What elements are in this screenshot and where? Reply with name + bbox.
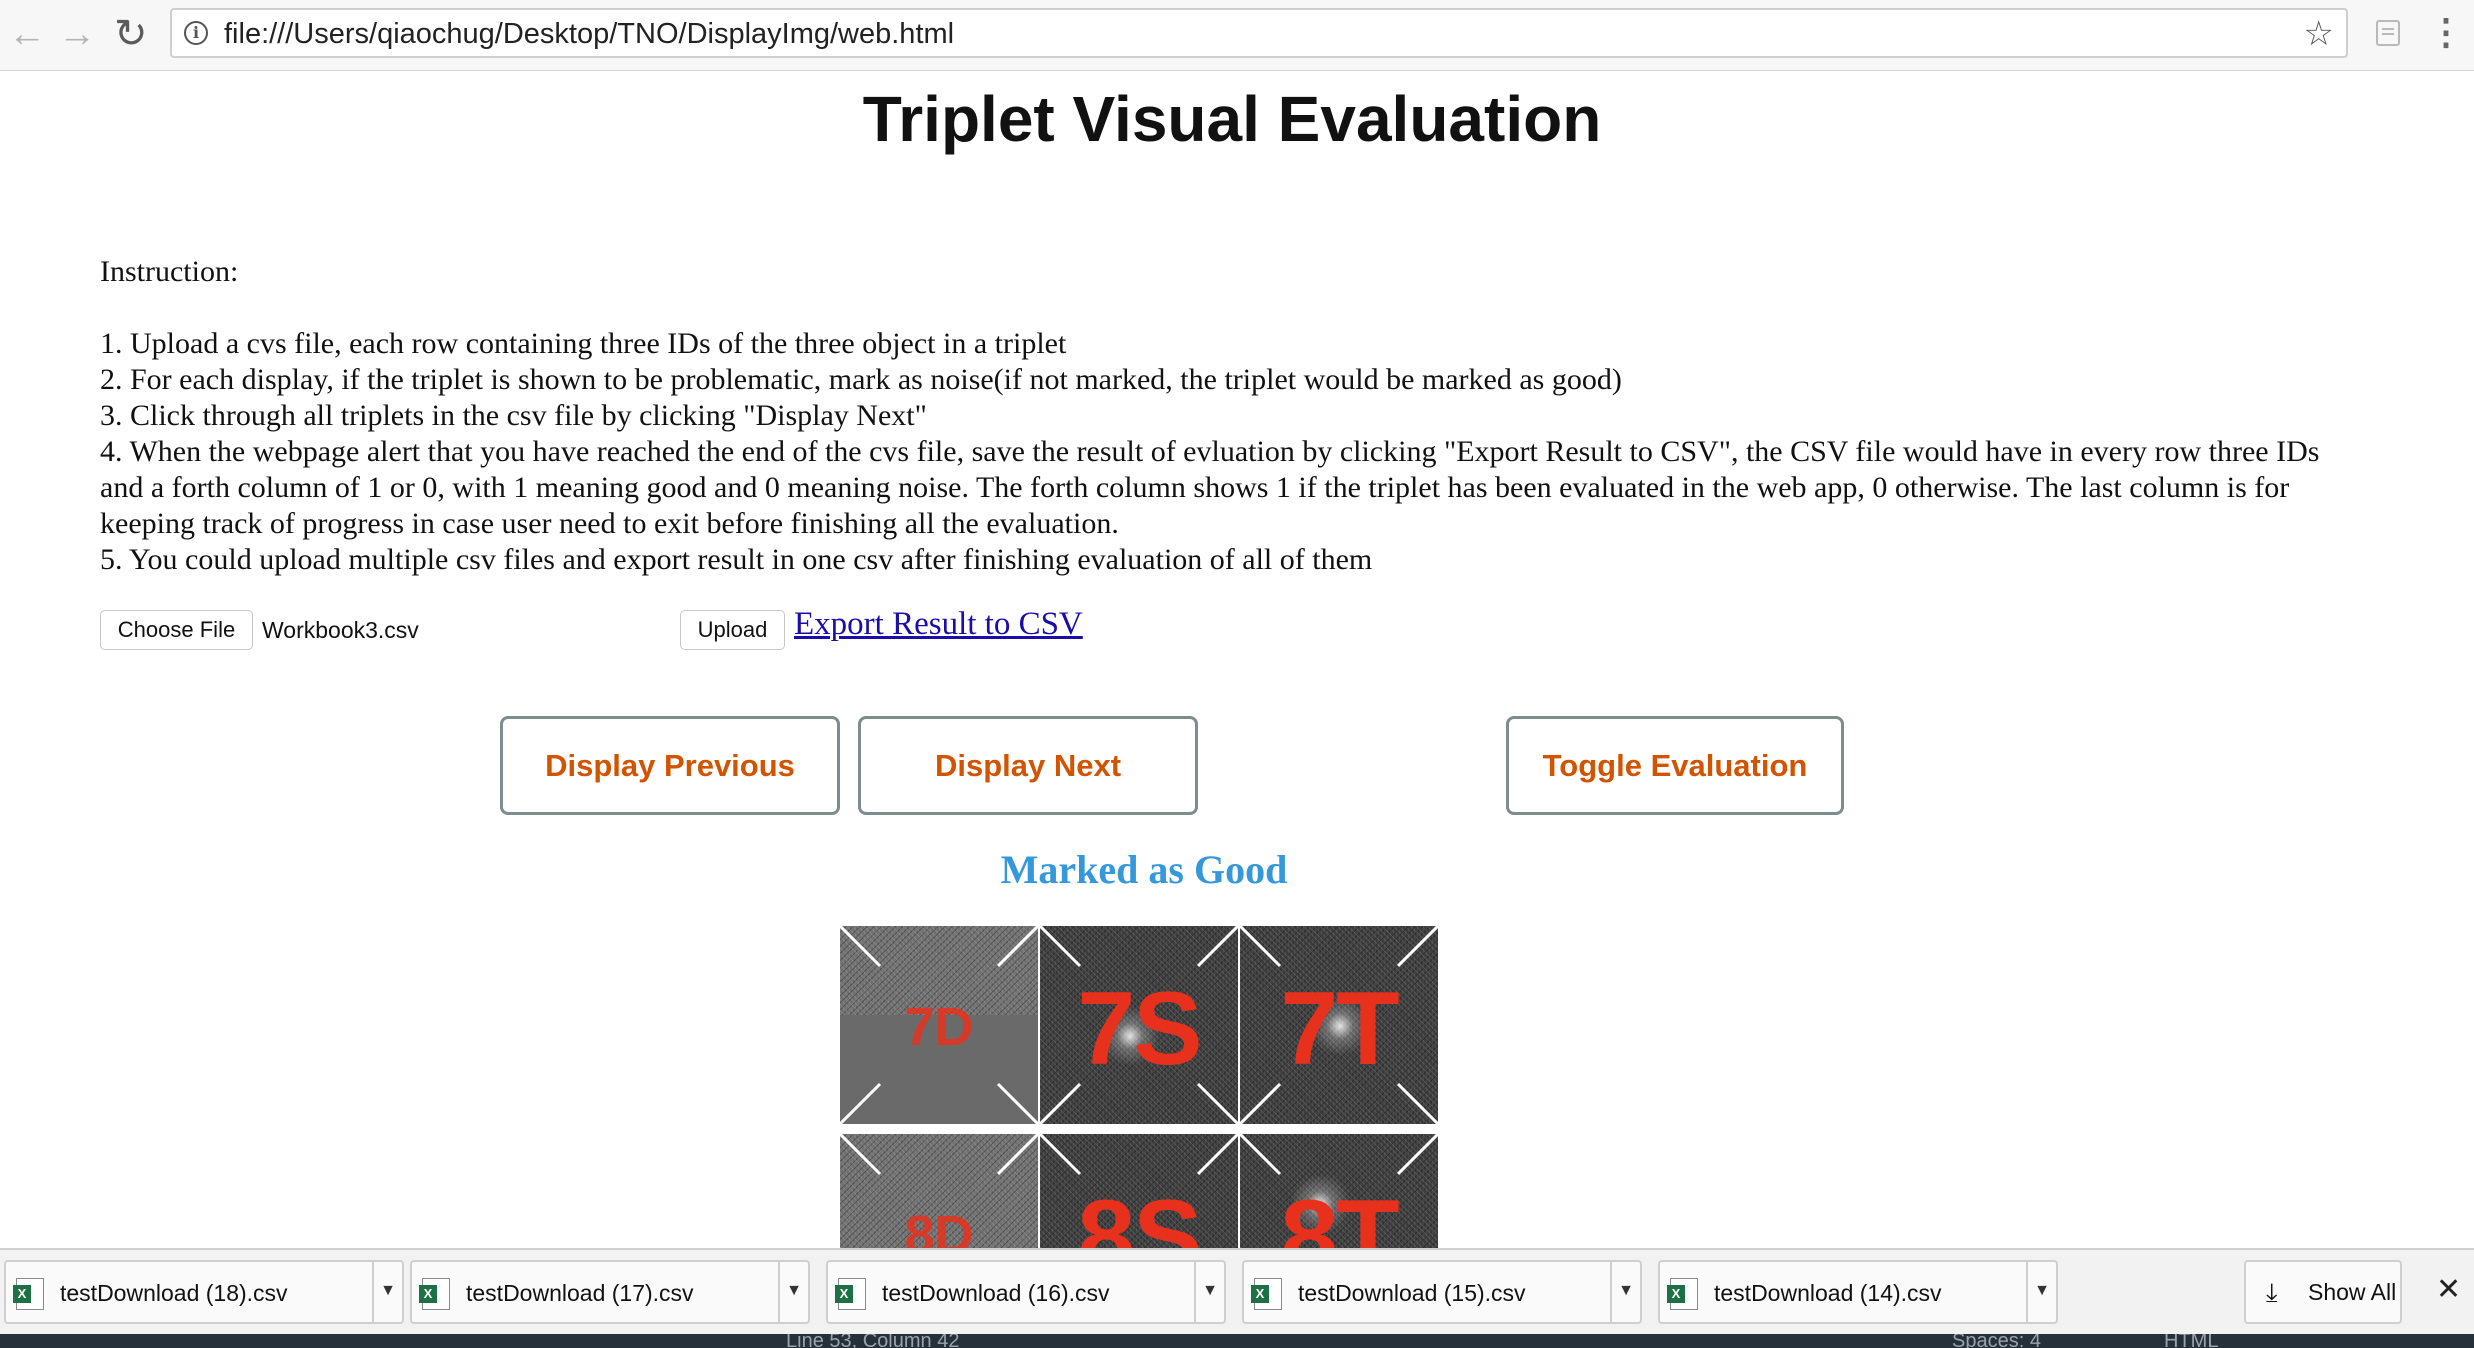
choose-file-button[interactable]: Choose File	[100, 610, 253, 650]
show-all-downloads-button[interactable]: ⤓ Show All	[2244, 1260, 2402, 1324]
page-title: Triplet Visual Evaluation	[862, 83, 1602, 155]
excel-file-icon	[13, 1278, 44, 1310]
export-result-link[interactable]: Export Result to CSV	[794, 606, 1083, 643]
chevron-down-icon[interactable]: ▼	[2026, 1262, 2056, 1322]
download-item[interactable]: testDownload (18).csv ▼	[4, 1260, 404, 1324]
download-icon: ⤓	[2266, 1277, 2278, 1307]
display-next-button[interactable]: Display Next	[858, 716, 1198, 815]
triplet-image-7s: 7S	[1040, 926, 1238, 1124]
upload-button[interactable]: Upload	[680, 610, 785, 650]
chevron-down-icon[interactable]: ▼	[1610, 1262, 1640, 1322]
excel-file-icon	[1667, 1278, 1698, 1310]
download-filename: testDownload (18).csv	[60, 1280, 288, 1306]
downloads-shelf: testDownload (18).csv ▼ testDownload (17…	[0, 1248, 2474, 1336]
chevron-down-icon[interactable]: ▼	[372, 1262, 402, 1322]
triplet-label: 7S	[1077, 971, 1202, 1087]
download-filename: testDownload (17).csv	[466, 1280, 694, 1306]
excel-file-icon	[835, 1278, 866, 1310]
triplet-label: 7T	[1280, 971, 1399, 1087]
excel-file-icon	[1251, 1278, 1282, 1310]
download-item[interactable]: testDownload (15).csv ▼	[1242, 1260, 1642, 1324]
chevron-down-icon[interactable]: ▼	[778, 1262, 808, 1322]
back-arrow-icon[interactable]: ←	[8, 14, 46, 54]
instructions: Instruction: 1. Upload a cvs file, each …	[100, 254, 2360, 578]
chosen-file-name: Workbook3.csv	[262, 617, 419, 643]
instruction-heading: Instruction:	[100, 255, 239, 288]
excel-file-icon	[419, 1278, 450, 1310]
editor-status-bar: Line 53, Column 42 Spaces: 4 HTML	[0, 1334, 2474, 1348]
bookmark-star-icon[interactable]: ☆	[2304, 14, 2334, 54]
triplet-image-7t: 7T	[1240, 926, 1438, 1124]
forward-arrow-icon[interactable]: →	[58, 14, 96, 54]
url-text[interactable]: file:///Users/qiaochug/Desktop/TNO/Displ…	[224, 18, 954, 51]
instruction-step-3: 3. Click through all triplets in the csv…	[100, 399, 927, 432]
indent-setting: Spaces: 4	[1952, 1334, 2041, 1348]
evaluation-status: Marked as Good	[1000, 847, 1288, 892]
download-filename: testDownload (14).csv	[1714, 1280, 1942, 1306]
chevron-down-icon[interactable]: ▼	[1194, 1262, 1224, 1322]
info-icon[interactable]: i	[184, 21, 208, 45]
reload-icon[interactable]: ↻	[114, 14, 148, 54]
toggle-evaluation-button[interactable]: Toggle Evaluation	[1506, 716, 1844, 815]
browser-toolbar: ← → ↻ i file:///Users/qiaochug/Desktop/T…	[0, 0, 2474, 71]
instruction-step-5: 5. You could upload multiple csv files a…	[100, 543, 1373, 576]
extension-icon[interactable]	[2376, 20, 2400, 46]
instruction-step-4: 4. When the webpage alert that you have …	[100, 435, 2320, 540]
show-all-label: Show All	[2308, 1279, 2397, 1305]
download-item[interactable]: testDownload (17).csv ▼	[410, 1260, 810, 1324]
instruction-step-2: 2. For each display, if the triplet is s…	[100, 363, 1622, 396]
download-filename: testDownload (16).csv	[882, 1280, 1110, 1306]
address-bar[interactable]: i file:///Users/qiaochug/Desktop/TNO/Dis…	[170, 8, 2348, 58]
browser-menu-icon[interactable]: ⋮	[2428, 10, 2464, 54]
download-item[interactable]: testDownload (16).csv ▼	[826, 1260, 1226, 1324]
instruction-step-1: 1. Upload a cvs file, each row containin…	[100, 327, 1067, 360]
cursor-position: Line 53, Column 42	[786, 1334, 960, 1348]
close-icon[interactable]: ✕	[2436, 1272, 2461, 1307]
download-filename: testDownload (15).csv	[1298, 1280, 1526, 1306]
syntax-mode: HTML	[2164, 1334, 2219, 1348]
download-item[interactable]: testDownload (14).csv ▼	[1658, 1260, 2058, 1324]
triplet-label: 7D	[904, 997, 974, 1057]
display-previous-button[interactable]: Display Previous	[500, 716, 840, 815]
triplet-image-7d: 7D	[840, 926, 1038, 1124]
